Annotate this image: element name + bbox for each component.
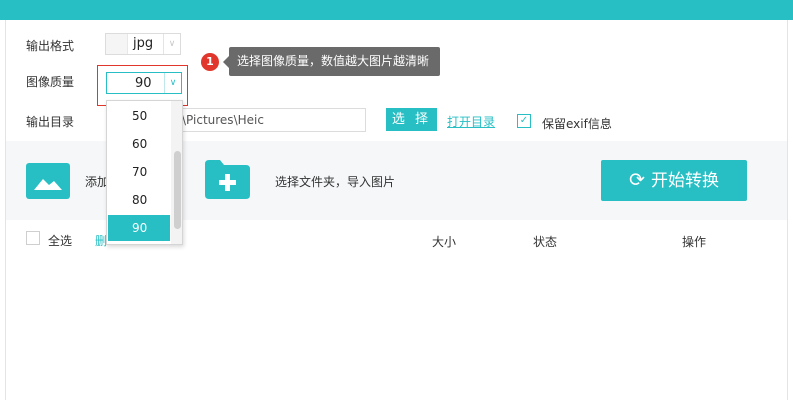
column-size: 大小 <box>432 235 457 249</box>
select-all-label: 全选 <box>48 234 73 248</box>
step-badge: 1 <box>201 53 219 71</box>
dropdown-scrollbar-thumb[interactable] <box>174 151 181 229</box>
dropdown-scrollbar[interactable] <box>171 101 182 244</box>
format-select[interactable]: jpg ∨ <box>105 33 181 55</box>
quality-label: 图像质量 <box>26 75 75 89</box>
chevron-down-icon[interactable]: ∨ <box>164 73 181 93</box>
keep-exif-label: 保留exif信息 <box>542 117 612 131</box>
dropdown-option-90[interactable]: 90 <box>108 215 170 241</box>
dropdown-option-60[interactable]: 60 <box>108 131 170 157</box>
refresh-icon: ⟳ <box>629 169 645 191</box>
select-folder-label[interactable]: 选择文件夹，导入图片 <box>275 173 395 190</box>
open-dir-link[interactable]: 打开目录 <box>447 113 495 130</box>
output-dir-label: 输出目录 <box>26 115 75 129</box>
quality-tooltip: 选择图像质量，数值越大图片越清晰 <box>223 47 440 76</box>
start-convert-button[interactable]: ⟳ 开始转换 <box>601 160 747 201</box>
column-actions: 操作 <box>682 235 707 249</box>
chevron-down-icon[interactable]: ∨ <box>163 34 180 54</box>
choose-dir-button[interactable]: 选 择 <box>386 108 437 131</box>
start-convert-label: 开始转换 <box>650 171 719 191</box>
format-icon <box>106 34 128 54</box>
output-dir-input[interactable]: \Pictures\Heic <box>175 108 366 132</box>
dropdown-option-70[interactable]: 70 <box>108 159 170 185</box>
format-value: jpg <box>133 36 154 51</box>
select-all-checkbox[interactable] <box>26 231 40 245</box>
keep-exif-checkbox[interactable]: ✓ <box>517 114 531 128</box>
quality-value: 90 <box>135 76 152 91</box>
quality-dropdown-list: 50 60 70 80 90 <box>106 100 183 245</box>
title-bar <box>0 0 793 20</box>
column-status: 状态 <box>533 235 558 249</box>
format-label: 输出格式 <box>26 39 75 53</box>
quality-select[interactable]: 90 ∨ <box>106 72 182 94</box>
folder-plus-icon[interactable] <box>205 160 250 199</box>
dropdown-option-80[interactable]: 80 <box>108 187 170 213</box>
add-image-icon[interactable] <box>26 163 70 199</box>
dropdown-option-50[interactable]: 50 <box>108 103 170 129</box>
